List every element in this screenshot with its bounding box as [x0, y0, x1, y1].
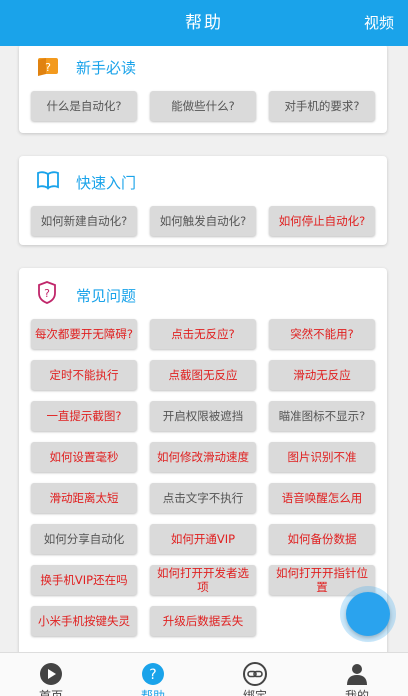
link-icon [242, 661, 268, 687]
help-button[interactable]: 如何修改滑动速度 [150, 442, 256, 472]
floating-action-button[interactable] [346, 592, 390, 636]
help-button[interactable]: 如何打开开指针位置 [269, 565, 375, 595]
svg-text:?: ? [44, 287, 50, 300]
section-quickstart: 快速入门 如何新建自动化? 如何触发自动化? 如何停止自动化? [19, 156, 387, 245]
help-button[interactable]: 定时不能执行 [31, 360, 137, 390]
help-icon: ? [140, 661, 166, 687]
help-button[interactable]: 滑动无反应 [269, 360, 375, 390]
help-button[interactable]: 瞄准图标不显示? [269, 401, 375, 431]
help-button[interactable]: 点击无反应? [150, 319, 256, 349]
help-button[interactable]: 什么是自动化? [31, 91, 137, 121]
help-button[interactable]: 滑动距离太短 [31, 483, 137, 513]
play-icon [38, 661, 64, 687]
help-button[interactable]: 一直提示截图? [31, 401, 137, 431]
section-title: 快速入门 [76, 174, 137, 192]
user-icon [344, 661, 370, 687]
help-button[interactable]: 升级后数据丢失 [150, 606, 256, 636]
app-header: 帮助 视频 [0, 0, 408, 46]
tab-help[interactable]: ? 帮助 [102, 653, 204, 696]
help-button[interactable]: 如何分享自动化 [31, 524, 137, 554]
svg-text:?: ? [45, 61, 51, 74]
help-button[interactable]: 如何触发自动化? [150, 206, 256, 236]
help-button[interactable]: 语音唤醒怎么用 [269, 483, 375, 513]
help-button[interactable]: 如何打开开发者选项 [150, 565, 256, 595]
question-shield-icon: ? [36, 281, 58, 309]
page-title: 帮助 [185, 13, 223, 33]
tab-bind[interactable]: 绑定 [204, 653, 306, 696]
section-beginner: ? 新手必读 什么是自动化? 能做些什么? 对手机的要求? [19, 46, 387, 133]
help-button[interactable]: 如何开通VIP [150, 524, 256, 554]
help-button[interactable]: 如何新建自动化? [31, 206, 137, 236]
book-icon: ? [36, 55, 60, 81]
tab-home[interactable]: 首页 [0, 653, 102, 696]
video-button[interactable]: 视频 [364, 0, 394, 46]
section-title: 新手必读 [76, 59, 137, 77]
bottom-tab-bar: 首页 ? 帮助 绑定 我的 [0, 652, 408, 696]
open-book-icon [36, 170, 60, 194]
help-button[interactable]: 图片识别不准 [269, 442, 375, 472]
tab-mine[interactable]: 我的 [306, 653, 408, 696]
svg-text:?: ? [149, 667, 156, 683]
help-button[interactable]: 如何停止自动化? [269, 206, 375, 236]
help-button[interactable]: 突然不能用? [269, 319, 375, 349]
help-button[interactable]: 能做些什么? [150, 91, 256, 121]
help-button[interactable]: 换手机VIP还在吗 [31, 565, 137, 595]
help-button[interactable]: 对手机的要求? [269, 91, 375, 121]
section-title: 常见问题 [76, 287, 137, 305]
help-button[interactable]: 点截图无反应 [150, 360, 256, 390]
help-content[interactable]: ? 新手必读 什么是自动化? 能做些什么? 对手机的要求? 快速入门 如何新建自… [0, 46, 408, 652]
section-faq: ? 常见问题 每次都要开无障碍? 点击无反应? 突然不能用? 定时不能执行 点截… [19, 268, 387, 652]
help-button[interactable]: 开启权限被遮挡 [150, 401, 256, 431]
help-button[interactable]: 小米手机按键失灵 [31, 606, 137, 636]
help-button[interactable]: 点击文字不执行 [150, 483, 256, 513]
help-button[interactable]: 如何设置毫秒 [31, 442, 137, 472]
help-button[interactable]: 如何备份数据 [269, 524, 375, 554]
help-button[interactable]: 每次都要开无障碍? [31, 319, 137, 349]
